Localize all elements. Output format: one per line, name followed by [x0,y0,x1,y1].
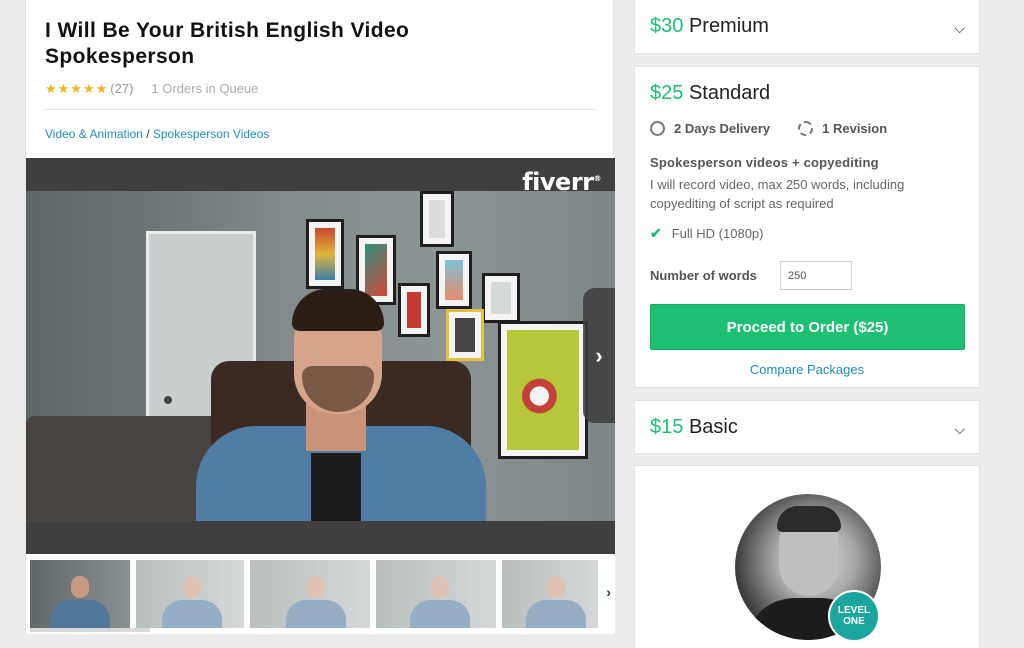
wall-frame [482,273,520,323]
door-knob [164,396,172,404]
thumbnails-next-button[interactable]: › [606,584,611,600]
star-icon: ★ [95,80,108,96]
refresh-icon [798,121,814,136]
breadcrumb: Video & Animation / Spokesperson Videos [45,127,269,141]
video-player[interactable] [26,191,615,521]
rating-stars: ★ ★ ★ ★ ★ [45,82,107,95]
divider [45,109,595,110]
gig-title: I Will Be Your British English Video Spo… [45,19,410,68]
avatar-hair [777,506,841,532]
orders-in-queue: 1 Orders in Queue [151,80,259,96]
package-name: Premium [688,15,769,37]
wall-frame [446,309,484,361]
checkmark-icon: ✔ [650,225,662,241]
proceed-to-order-button[interactable]: Proceed to Order ($25) [650,304,965,350]
chevron-down-icon[interactable]: ⌵ [954,20,965,37]
package-price: $15 [650,416,684,438]
star-icon: ★ [57,80,70,96]
package-meta: 2 Days Delivery 1 Revision [650,121,887,136]
feature-label: Full HD (1080p) [671,226,764,241]
package-basic[interactable]: $15 Basic ⌵ [634,400,980,454]
thumbnail[interactable] [250,560,370,628]
thumbnail[interactable] [502,560,598,628]
package-subtitle: Spokesperson videos + copyediting [650,155,879,170]
delivery-time: 2 Days Delivery [674,121,771,136]
person-hair [292,289,384,331]
package-basic-heading: $15 Basic [650,416,738,439]
wall-frame [420,191,454,247]
wall-frame [436,251,472,309]
gig-media-gallery: fiverr® › [26,158,615,554]
level-badge-line2: ONE [843,616,865,627]
registered-mark: ® [593,174,602,183]
clock-icon [650,121,665,136]
thumbnail[interactable] [136,560,244,628]
compare-packages-link[interactable]: Compare Packages [635,362,979,377]
chevron-down-icon[interactable]: ⌵ [954,421,965,438]
rating-count[interactable]: (27) [110,81,133,96]
seller-card: LEVEL ONE [634,465,980,648]
package-price: $25 [650,82,684,104]
wall-frame [398,283,430,337]
person-shirt [311,453,361,521]
level-badge-line1: LEVEL [837,605,871,616]
chevron-right-icon: › [595,342,603,368]
package-standard-heading: $25 Standard [650,82,770,105]
revisions: 1 Revision [822,121,888,136]
package-standard: $25 Standard 2 Days Delivery 1 Revision … [634,66,980,388]
next-slide-button[interactable]: › [583,288,615,423]
rating-row: ★ ★ ★ ★ ★ (27) 1 Orders in Queue [45,80,258,96]
star-icon: ★ [45,80,57,96]
words-label: Number of words [650,268,757,283]
wall-frame [498,321,588,459]
package-name: Standard [688,82,771,104]
breadcrumb-subcategory-link[interactable]: Spokesperson Videos [153,127,270,141]
star-icon: ★ [70,80,82,96]
thumbnail-strip: › [26,556,615,634]
package-description: I will record video, max 250 words, incl… [650,177,905,211]
chevron-right-icon: › [606,584,611,600]
breadcrumb-category-link[interactable]: Video & Animation [45,127,143,141]
package-premium-heading: $30 Premium [650,15,769,38]
wall-frame [306,219,344,289]
thumbnail-scrollbar[interactable] [30,628,150,632]
level-badge: LEVEL ONE [828,590,880,642]
package-feature: ✔ Full HD (1080p) [650,225,764,242]
package-price: $30 [650,15,684,37]
gig-card: I Will Be Your British English Video Spo… [25,0,615,634]
thumbnail[interactable] [30,560,130,628]
package-premium[interactable]: $30 Premium ⌵ [634,0,980,54]
star-icon: ★ [82,80,95,96]
package-name: Basic [688,416,738,438]
breadcrumb-separator: / [142,127,153,141]
thumbnail[interactable] [376,560,496,628]
words-input[interactable] [780,261,852,290]
